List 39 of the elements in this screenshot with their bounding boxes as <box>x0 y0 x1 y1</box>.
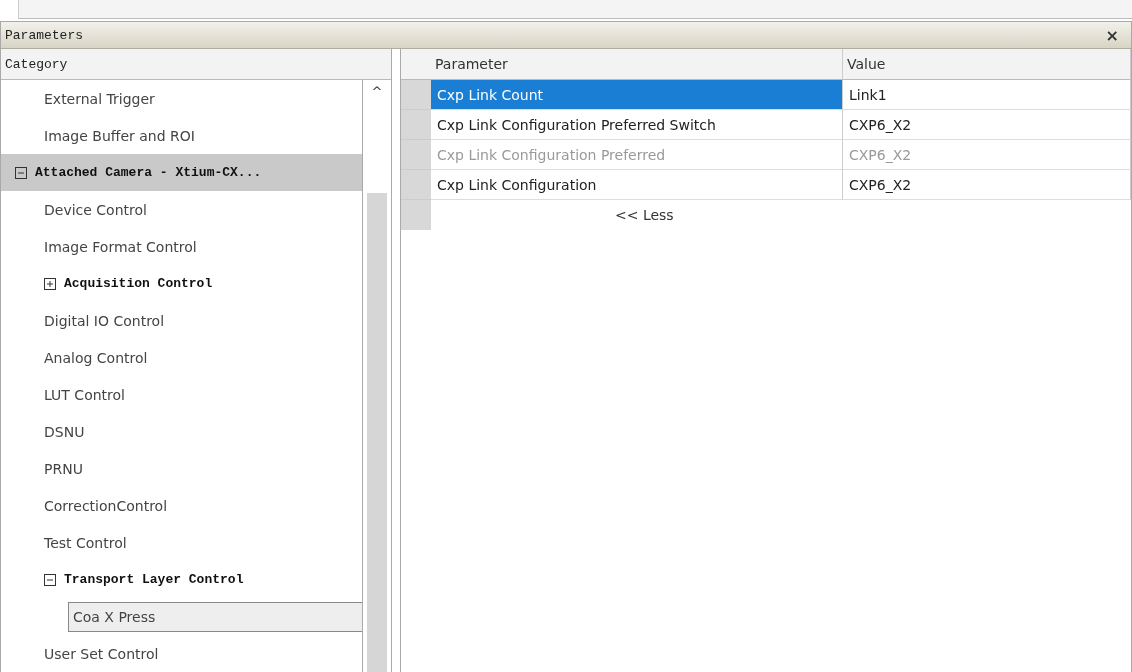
close-button[interactable]: × <box>1103 25 1121 45</box>
selected-table-cell[interactable]: Cxp Link Count <box>431 80 843 110</box>
tree-item[interactable]: Attached Camera - Xtium-CX... <box>35 165 262 180</box>
less-link[interactable]: << Less <box>611 200 678 230</box>
tree-item[interactable]: Device Control <box>44 201 147 218</box>
tree-item[interactable]: Transport Layer Control <box>64 572 244 587</box>
tree-item[interactable]: CorrectionControl <box>44 497 168 514</box>
column-header: Category <box>1 49 391 80</box>
tree-item[interactable]: Coa X Press <box>68 601 362 632</box>
tree-item[interactable]: Image Format Control <box>44 238 197 255</box>
column-header[interactable]: Value <box>843 49 1131 80</box>
table-cell[interactable]: CXP6_X2 <box>843 170 1131 200</box>
header-corner <box>401 49 431 80</box>
tree-item[interactable]: Image Buffer and ROI <box>44 127 195 144</box>
row-header[interactable] <box>401 140 431 170</box>
table-cell[interactable]: Cxp Link Configuration Preferred Switch <box>431 110 843 140</box>
tree-item[interactable]: Digital IO Control <box>44 312 165 329</box>
table-cell[interactable]: Cxp Link Configuration <box>431 170 843 200</box>
collapse-icon[interactable] <box>15 166 27 179</box>
row-header[interactable] <box>401 80 431 110</box>
row-header <box>401 200 431 230</box>
collapse-icon[interactable] <box>44 573 56 586</box>
expand-icon[interactable] <box>44 277 56 290</box>
row-header[interactable] <box>401 110 431 140</box>
window-title: Parameters <box>5 27 83 43</box>
tree-item[interactable]: DSNU <box>44 423 85 440</box>
column-header[interactable]: Parameter <box>431 49 843 80</box>
tree-item[interactable]: PRNU <box>44 460 83 477</box>
tree-item[interactable]: LUT Control <box>44 386 125 403</box>
table-cell[interactable]: Link1 <box>843 80 1131 110</box>
tree-item[interactable]: Test Control <box>44 534 127 551</box>
scroll-up-button[interactable]: ^ <box>371 80 383 103</box>
tree-item[interactable]: External Trigger <box>44 90 155 107</box>
tree-item[interactable]: Analog Control <box>44 349 148 366</box>
table-cell[interactable]: CXP6_X2 <box>843 110 1131 140</box>
scrollbar-thumb[interactable] <box>367 193 387 672</box>
row-header[interactable] <box>401 170 431 200</box>
tree-item[interactable]: Acquisition Control <box>64 276 213 291</box>
tree-item[interactable]: User Set Control <box>44 645 159 662</box>
